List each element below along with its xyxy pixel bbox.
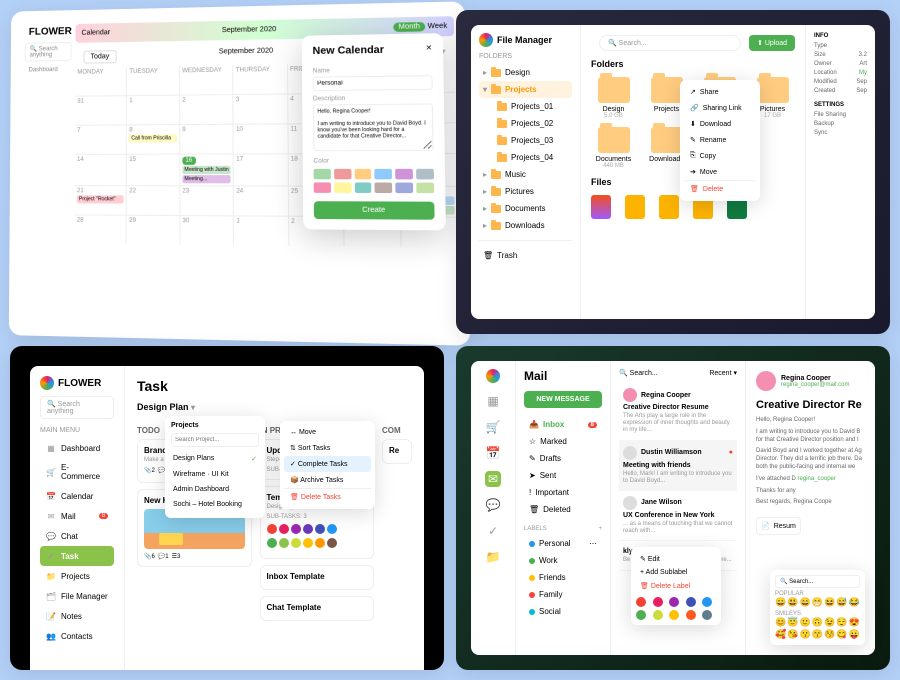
rail-dashboard-icon[interactable]: ▦ [485, 393, 501, 409]
emoji-search[interactable]: 🔍 Search... [775, 575, 860, 588]
today-button[interactable]: Today [83, 50, 116, 64]
emoji-picker: 🔍 Search... POPULAR 😀😃😄😁😆😅😂 SMILEYS 😊😇🙂🙃… [770, 570, 865, 645]
sort-dropdown[interactable]: Recent ▾ [709, 369, 737, 377]
project-dropdown: Projects Design Plans✓ Wireframe · UI Ki… [165, 416, 265, 518]
search-input[interactable]: 🔍 Search anything [40, 396, 114, 419]
page-title: Mail [524, 369, 602, 383]
search-input[interactable]: 🔍 Search... [619, 369, 658, 377]
brand-logo: File Manager [479, 33, 572, 47]
trash[interactable]: 🗑 Trash [479, 247, 572, 264]
new-message-button[interactable]: NEW MESSAGE [524, 391, 602, 408]
folder-tree: File Manager FOLDERS ▸Design ▾Projects P… [471, 25, 581, 319]
search-input[interactable]: 🔍 Search... [599, 35, 741, 51]
rail-mail-icon[interactable]: ✉ [485, 471, 501, 487]
file-figma[interactable] [591, 195, 611, 219]
sidebar: FLOWER 🔍 Search anything MAIN MENU ▦Dash… [30, 366, 125, 670]
sidebar-item-dashboard[interactable]: Dashboard [25, 65, 72, 76]
description-input[interactable]: Hello, Regina Cooper! I am writing to in… [313, 103, 434, 151]
name-input[interactable] [313, 75, 433, 91]
upload-button[interactable]: ⬆ Upload [749, 35, 795, 51]
view-week[interactable]: Week [428, 23, 448, 31]
mail-subject: Creative Director Re [756, 399, 865, 411]
calendar-app: FLOWER 🔍 Search anything Dashboard Calen… [9, 1, 470, 345]
ctx-share[interactable]: ↗ Share [684, 84, 756, 100]
task-app: FLOWER 🔍 Search anything MAIN MENU ▦Dash… [10, 346, 444, 670]
color-picker[interactable] [314, 169, 435, 193]
sidebar-item-dashboard[interactable]: ▦Dashboard [40, 438, 114, 458]
label-context-menu: ✎ Edit + Add Sublabel 🗑 Delete Label [631, 547, 721, 625]
ctx-delete[interactable]: 🗑 Delete [684, 180, 756, 197]
info-panel: INFO Type Size3.2 OwnerArt LocationMy Mo… [805, 25, 875, 319]
folder-card[interactable]: Design5.0 GB [591, 77, 636, 119]
close-icon[interactable]: ✕ [426, 44, 433, 62]
page-title: Task [137, 378, 412, 394]
tab-calendar[interactable]: Calendar [81, 29, 110, 37]
add-label-icon[interactable]: + [598, 526, 602, 532]
message-item[interactable]: Regina Cooper Creative Director Resume T… [619, 383, 737, 441]
brand-logo: FLOWER [25, 24, 72, 39]
tree-projects[interactable]: ▾Projects [479, 81, 572, 98]
file-manager-app: File Manager FOLDERS ▸Design ▾Projects P… [456, 10, 890, 334]
search-input[interactable]: 🔍 Search anything [25, 42, 72, 62]
project-search[interactable] [171, 433, 259, 447]
folder-inbox[interactable]: 📥 Inbox8 [524, 416, 602, 433]
app-rail: ▦ 🛒 📅 ✉ 💬 ✓ 📁 [471, 361, 516, 655]
task-actions-dropdown: ↔ Move ⇅ Sort Tasks ✓ Complete Tasks 📦 A… [280, 421, 375, 509]
file-sketch[interactable] [625, 195, 645, 219]
emoji-grid[interactable]: 😀😃😄😁😆😅😂 [775, 597, 860, 608]
context-menu: ↗ Share 🔗 Sharing Link ⬇ Download ✎ Rena… [680, 80, 760, 201]
new-calendar-modal: New Calendar✕ Name DescriptionHello, Reg… [302, 33, 446, 230]
tree-design[interactable]: ▸Design [479, 64, 572, 81]
mail-app: ▦ 🛒 📅 ✉ 💬 ✓ 📁 Mail NEW MESSAGE 📥 Inbox8 … [456, 346, 890, 670]
sidebar: FLOWER 🔍 Search anything Dashboard [19, 20, 75, 244]
brand-logo-icon [486, 369, 500, 383]
sidebar-item-task[interactable]: ✓Task [40, 546, 114, 566]
view-month[interactable]: Month [393, 22, 425, 32]
create-button[interactable]: Create [314, 201, 435, 220]
mail-folders: Mail NEW MESSAGE 📥 Inbox8 ☆ Marked ✎ Dra… [516, 361, 611, 655]
plan-selector[interactable]: Design Plan ▾ [137, 402, 412, 412]
